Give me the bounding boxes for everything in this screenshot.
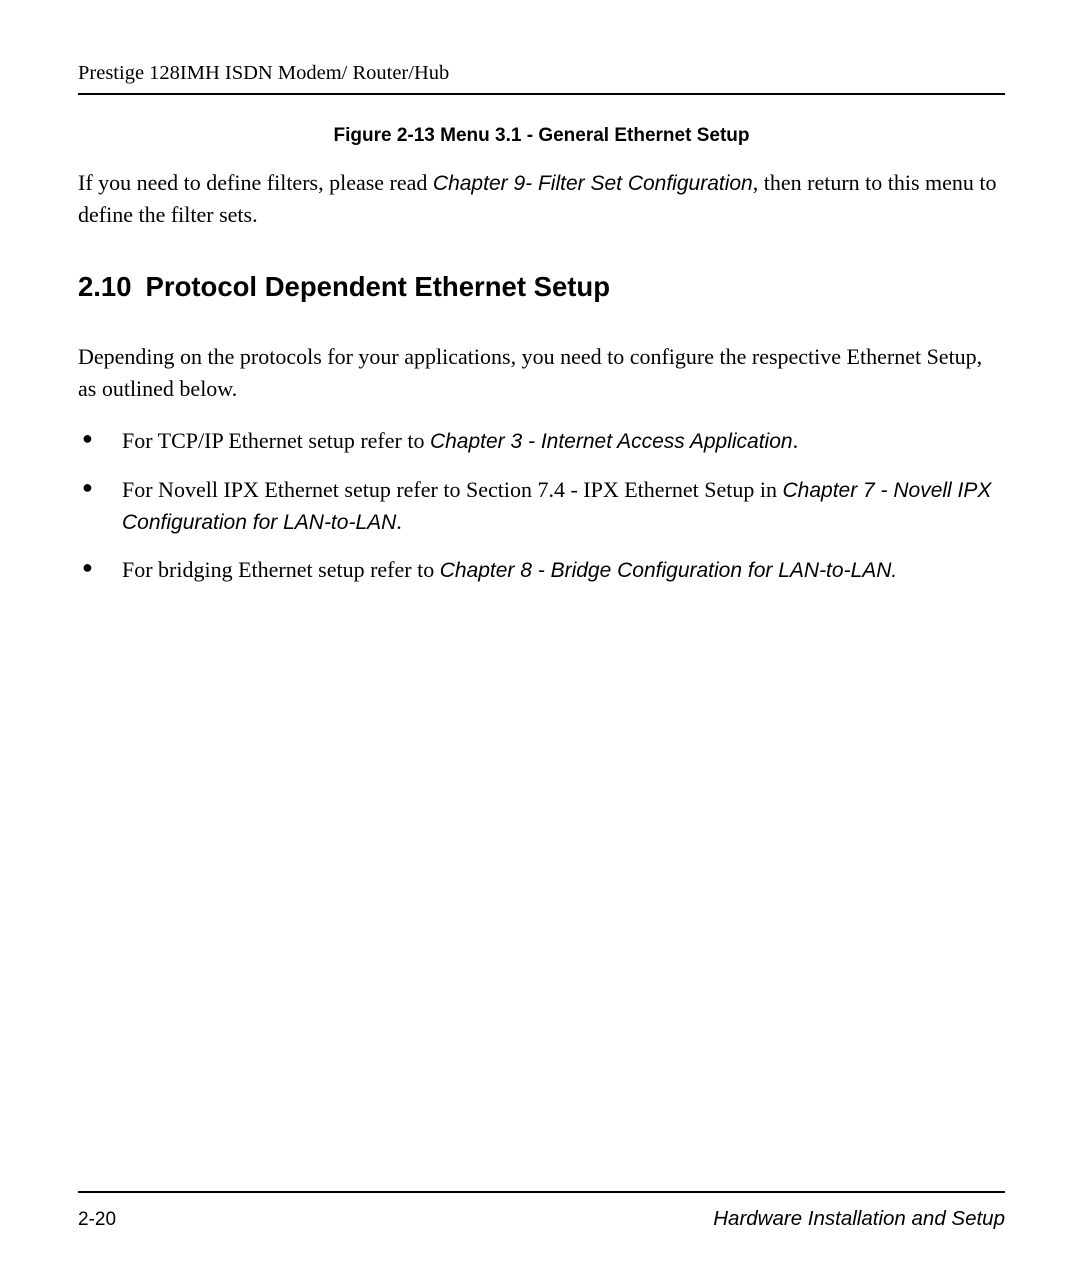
bullet-ref-1: Chapter 3 - Internet Access Application — [430, 430, 793, 453]
section-title: Protocol Dependent Ethernet Setup — [146, 271, 610, 302]
figure-caption: Figure 2-13 Menu 3.1 - General Ethernet … — [78, 125, 1005, 147]
body-paragraph: Depending on the protocols for your appl… — [78, 341, 1005, 405]
intro-ref-1: Chapter 9- Filter Set Configuration — [433, 172, 753, 195]
list-item: For Novell IPX Ethernet setup refer to S… — [78, 474, 1005, 539]
footer-rule — [78, 1191, 1005, 1193]
list-item: For TCP/IP Ethernet setup refer to Chapt… — [78, 425, 1005, 457]
bullet-ref-1: Chapter 8 - Bridge Configuration for LAN… — [440, 559, 898, 582]
header-title: Prestige 128IMH ISDN Modem/ Router/Hub — [78, 62, 1005, 85]
bullet-text-1: For bridging Ethernet setup refer to — [122, 557, 440, 582]
footer-row: 2-20 Hardware Installation and Setup — [78, 1207, 1005, 1231]
section-number: 2.10 — [78, 271, 132, 303]
bullet-list: For TCP/IP Ethernet setup refer to Chapt… — [78, 425, 1005, 587]
bullet-text-2: . — [396, 509, 402, 534]
list-item: For bridging Ethernet setup refer to Cha… — [78, 554, 1005, 586]
header-rule — [78, 93, 1005, 95]
footer-title: Hardware Installation and Setup — [713, 1207, 1005, 1231]
bullet-text-2: . — [793, 428, 799, 453]
footer: 2-20 Hardware Installation and Setup — [78, 1191, 1005, 1231]
intro-text-1: If you need to define filters, please re… — [78, 170, 433, 195]
page-number: 2-20 — [78, 1209, 116, 1231]
document-page: Prestige 128IMH ISDN Modem/ Router/Hub F… — [0, 0, 1080, 1281]
bullet-text-1: For TCP/IP Ethernet setup refer to — [122, 428, 430, 453]
bullet-text-1: For Novell IPX Ethernet setup refer to S… — [122, 477, 782, 502]
section-heading: 2.10 Protocol Dependent Ethernet Setup — [78, 271, 1005, 303]
intro-paragraph: If you need to define filters, please re… — [78, 167, 1005, 231]
